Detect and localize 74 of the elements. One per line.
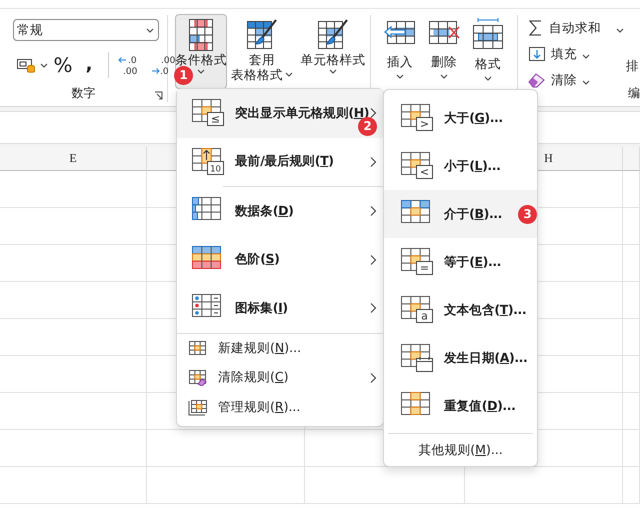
caret-icon <box>396 74 404 79</box>
menu-item[interactable]: 色阶(S) <box>177 236 383 284</box>
edit-command[interactable]: 自动求和 <box>528 18 640 38</box>
menu-item-label: 等于(E)... <box>444 254 502 270</box>
style-button[interactable]: 条件格式 1 <box>175 14 227 89</box>
step-badge: 3 <box>518 204 537 224</box>
currency-icon <box>16 56 36 74</box>
menu-item[interactable]: 发生日期(A)... <box>384 334 537 382</box>
group-label: 编 <box>628 85 640 102</box>
table-icon <box>188 340 208 357</box>
menu-item-label: 大于(G)... <box>444 110 503 126</box>
percent-style-button[interactable]: % <box>52 54 74 76</box>
table-list-icon <box>188 398 208 416</box>
menu-item[interactable]: 重复值(D)... <box>384 382 537 430</box>
menu-item-label: 数据条(D) <box>235 202 294 220</box>
caret-icon <box>440 74 448 79</box>
table-cell <box>623 282 640 319</box>
cells-button[interactable]: 格式 <box>469 14 507 89</box>
caret-icon <box>616 28 624 32</box>
caret-icon <box>197 69 205 74</box>
table-cell <box>623 245 640 282</box>
cells-button[interactable]: 插入 <box>381 14 419 89</box>
caret-icon <box>40 62 48 68</box>
comma-style-button[interactable]: , <box>78 54 100 76</box>
menu-item[interactable]: 介于(B)... 3 <box>384 190 537 238</box>
menu-item[interactable]: > 大于(G)... <box>384 94 537 142</box>
table-cell <box>623 319 640 356</box>
ribbon-label: 排 <box>626 58 639 75</box>
table-cell <box>623 171 640 208</box>
caret-icon <box>285 72 293 77</box>
caret-icon <box>146 28 154 32</box>
sum-icon <box>528 19 544 37</box>
table-calendar-icon <box>400 343 434 373</box>
menu-item[interactable]: 其他规则(M)... <box>418 442 503 458</box>
menu-item-label: 色阶(S) <box>235 251 280 268</box>
table-cell <box>623 208 640 245</box>
table-cell <box>623 393 640 430</box>
menu-item[interactable]: 数据条(D) <box>177 187 383 236</box>
menu-item[interactable]: 10 最前/最后规则(T) <box>177 138 383 186</box>
dialog-launcher-icon[interactable] <box>154 91 163 100</box>
menu-item-label: 清除规则(C) <box>218 369 289 386</box>
menu-item[interactable]: 管理规则(R)... <box>177 392 383 422</box>
menu-item-label: 文本包含(T)... <box>444 302 526 318</box>
table-cell <box>623 430 640 467</box>
menu-item-label: 发生日期(A)... <box>444 350 528 366</box>
menu-item-label: 最前/最后规则(T) <box>235 153 334 170</box>
eraser-icon <box>528 72 546 88</box>
caret-icon <box>582 54 590 58</box>
menu-item-label: 介于(B)... <box>444 206 502 222</box>
table-cell <box>623 356 640 393</box>
cells-button[interactable]: 删除 <box>425 14 463 89</box>
menu-item[interactable]: = 等于(E)... <box>384 238 537 286</box>
caret-icon <box>582 80 590 84</box>
fill-down-icon <box>528 46 546 62</box>
menu-item[interactable]: 图标集(I) <box>177 284 383 332</box>
number-format-dropdown[interactable]: 常规 <box>13 19 159 41</box>
table-brush-icon <box>245 18 279 52</box>
menu-item-label: 重复值(D)... <box>444 398 516 414</box>
cell-brush-icon <box>316 18 350 52</box>
caret-icon <box>484 76 492 81</box>
menu-item-label: 新建规则(N)... <box>218 340 302 357</box>
table-eraser-icon <box>188 369 208 386</box>
menu-item[interactable]: 新建规则(N)... <box>177 334 383 363</box>
step-badge: 1 <box>174 66 193 85</box>
format-cells-icon <box>471 18 505 50</box>
menu-item[interactable]: 清除规则(C) <box>177 363 383 392</box>
menu-item-label: 管理规则(R)... <box>218 398 300 416</box>
column-header: E <box>0 147 147 171</box>
menu-item-label: 图标集(I) <box>235 300 288 317</box>
menu-item[interactable]: a 文本包含(T)... <box>384 286 537 334</box>
step-badge: 2 <box>358 116 377 136</box>
caret-icon <box>329 69 337 74</box>
group-label: 数字 <box>70 85 96 102</box>
table-cell <box>623 467 640 504</box>
